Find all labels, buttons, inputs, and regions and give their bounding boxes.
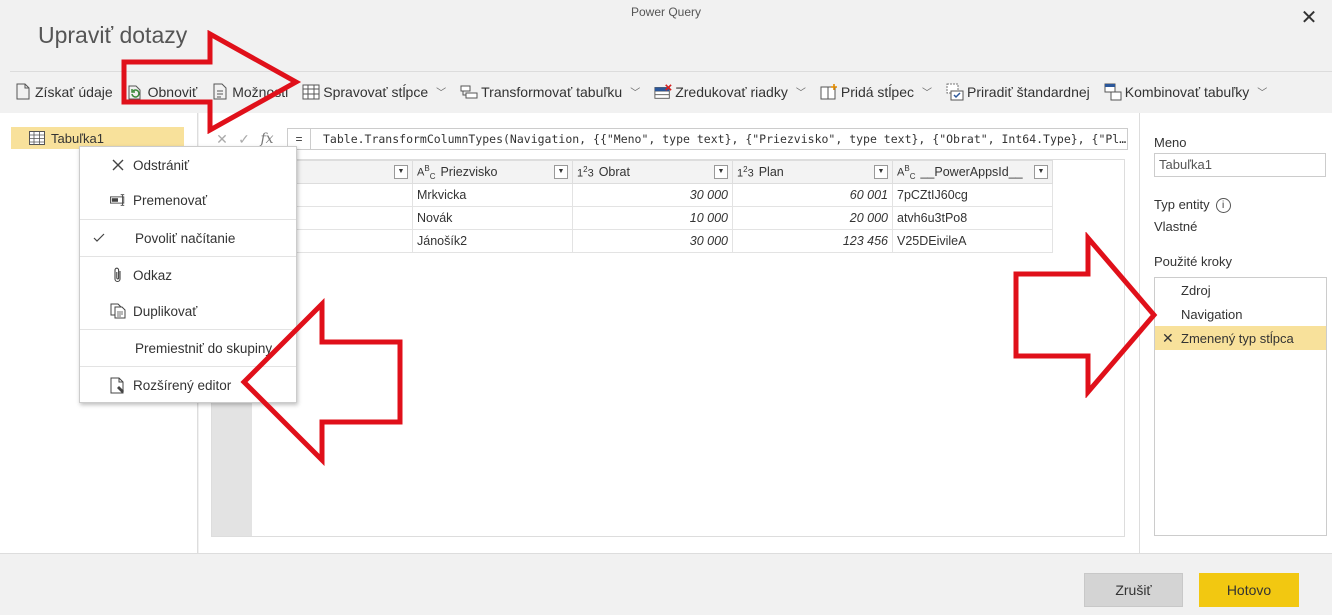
column-header[interactable]: 123 Obrat ▼ [572,160,733,184]
formula-bar: ✕ ✓ fx = Table.TransformColumnTypes(Navi… [211,128,1128,150]
get-data-button[interactable]: Získať údaje [10,78,117,106]
map-standard-icon [946,83,964,101]
column-header[interactable]: ABC Priezvisko ▼ [412,160,573,184]
chevron-down-icon: ﹀ [436,88,447,99]
cancel-button[interactable]: Zrušiť [1084,573,1183,607]
properties-pane: Meno Tabuľka1 Typ entity i Vlastné Použit… [1139,113,1332,553]
column-filter-icon[interactable]: ▼ [714,165,728,179]
text-type-icon: ABC [897,163,916,181]
transform-table-button[interactable]: Transformovať tabuľku ﹀ [456,78,644,106]
step-item[interactable]: Zdroj [1155,278,1326,302]
number-type-icon: 123 [737,164,754,180]
rename-icon [110,192,126,208]
annotation-arrow-right-steps [1013,232,1158,398]
add-column-button[interactable]: Pridá stĺpec ﹀ [816,78,936,106]
table-row: Mrkvicka 30 000 60 001 7pCZtIJ60cg [252,183,1053,207]
chevron-down-icon: ﹀ [1257,88,1268,99]
menu-item-delete[interactable]: Odstrániť [80,150,296,180]
table-row: Jánošík2 30 000 123 456 V25DEivileA [252,229,1053,253]
step-item[interactable]: ✕ Zmenený typ stĺpca [1155,326,1326,350]
reduce-rows-icon [654,83,672,101]
footer-bar: Zrušiť Hotovo [0,553,1332,615]
paperclip-icon [110,267,126,283]
formula-input[interactable]: Table.TransformColumnTypes(Navigation, {… [311,128,1128,150]
close-icon[interactable]: ✕ [1298,8,1320,30]
menu-item-reference[interactable]: Odkaz [80,260,296,290]
transform-table-icon [460,83,478,101]
data-table: no▼ ABCPriezvisko▼ 123Obrat▼ 123Plan▼ AB… [252,160,1053,253]
menu-item-rename[interactable]: Premenovať [80,185,296,215]
add-column-icon [820,83,838,101]
combine-tables-icon [1104,83,1122,101]
menu-item-enable-load[interactable]: Povoliť načítanie [80,223,296,253]
column-filter-icon[interactable]: ▼ [1034,165,1048,179]
duplicate-icon [110,303,126,319]
chevron-down-icon: ﹀ [922,88,933,99]
check-icon [91,230,107,246]
delete-step-icon[interactable]: ✕ [1162,330,1174,347]
column-filter-icon[interactable]: ▼ [554,165,568,179]
info-icon[interactable]: i [1215,198,1231,214]
number-type-icon: 123 [577,164,594,180]
map-standard-button[interactable]: Priradiť štandardnej [942,78,1094,106]
step-item[interactable]: Navigation [1155,302,1326,326]
applied-steps-list: Zdroj Navigation ✕ Zmenený typ stĺpca [1154,277,1327,536]
column-filter-icon[interactable]: ▼ [394,165,408,179]
chevron-down-icon: ﹀ [630,88,641,99]
annotation-arrow-left-bottom [240,298,403,466]
entity-type-label: Typ entity i [1154,197,1231,214]
table-row: Novák 10 000 20 000 atvh6u3tPo8 [252,206,1053,230]
text-type-icon: ABC [417,163,436,181]
delete-icon [110,157,126,173]
chevron-down-icon: ﹀ [795,88,806,99]
column-header[interactable]: 123 Plan ▼ [732,160,893,184]
table-icon [29,131,45,145]
name-input[interactable]: Tabuľka1 [1154,153,1326,177]
name-label: Meno [1154,135,1187,150]
reduce-rows-button[interactable]: Zredukovať riadky ﹀ [650,78,810,106]
combine-tables-button[interactable]: Kombinovať tabuľky ﹀ [1100,78,1272,106]
annotation-arrow-right-top [121,30,302,134]
document-icon [14,83,32,101]
column-filter-icon[interactable]: ▼ [874,165,888,179]
entity-type-value: Vlastné [1154,219,1198,234]
advanced-editor-icon [110,377,126,393]
app-title: Power Query [630,5,702,19]
applied-steps-label: Použité kroky [1154,254,1233,269]
manage-columns-button[interactable]: Spravovať stĺpce ﹀ [298,78,450,106]
column-header[interactable]: ABC __PowerAppsId__ ▼ [892,160,1053,184]
manage-columns-icon [302,83,320,101]
done-button[interactable]: Hotovo [1199,573,1299,607]
